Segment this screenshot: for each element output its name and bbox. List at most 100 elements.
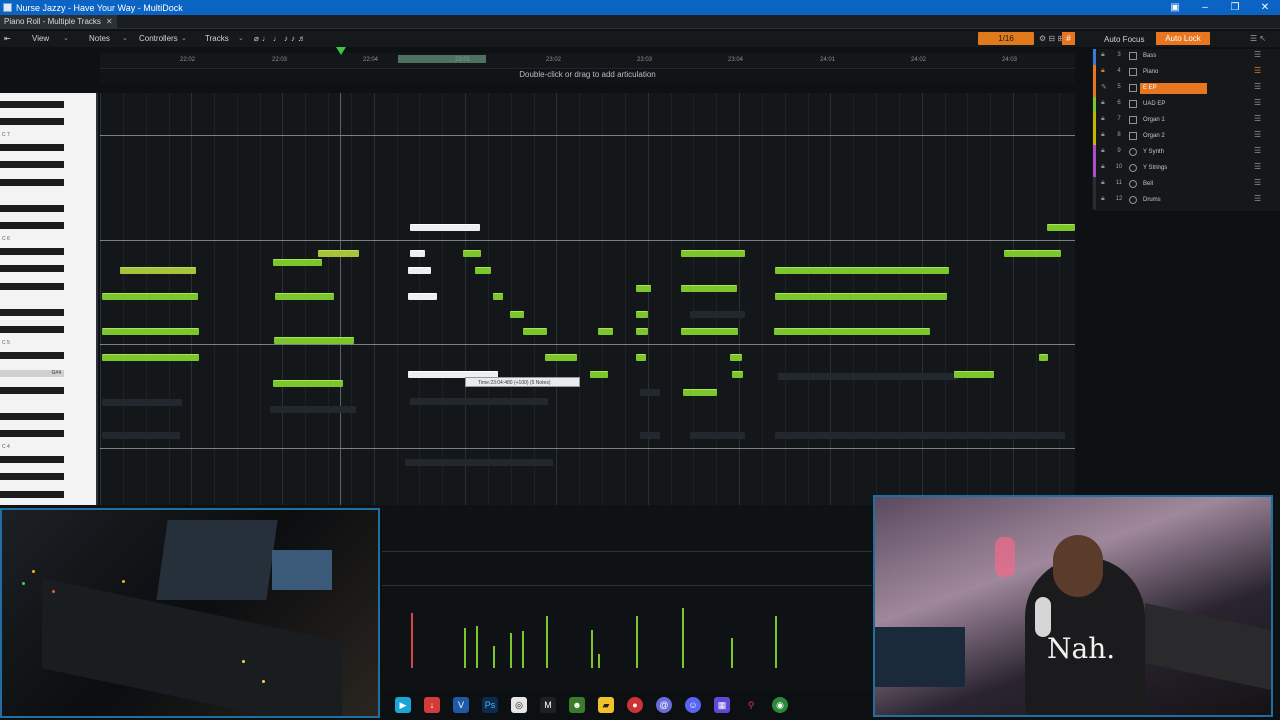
black-key[interactable] xyxy=(0,222,64,229)
velocity-bar[interactable] xyxy=(731,638,733,668)
track-menu-icon[interactable]: ☰ xyxy=(1254,162,1261,171)
black-key[interactable] xyxy=(0,118,64,125)
grid-toggle-icon[interactable]: # xyxy=(1062,32,1075,45)
velocity-bar[interactable] xyxy=(464,628,466,668)
track-row[interactable]: 🔒︎ 6 UAD EP ☰ xyxy=(1092,97,1280,113)
selected-note[interactable] xyxy=(408,293,437,300)
velocity-bar[interactable] xyxy=(598,654,600,668)
black-key[interactable] xyxy=(0,248,64,255)
pin-icon[interactable]: ⚲ xyxy=(743,697,759,713)
track-menu-icon[interactable]: ☰ xyxy=(1254,66,1261,75)
close-tab-icon[interactable]: ✕ xyxy=(106,17,113,26)
black-key[interactable] xyxy=(0,283,64,290)
midi-note[interactable] xyxy=(636,328,648,335)
selected-note[interactable] xyxy=(410,224,480,231)
menu-tracks[interactable]: Tracks xyxy=(205,34,229,43)
track-row[interactable]: 🔒︎ 7 Organ 1 ☰ xyxy=(1092,113,1280,129)
snap-settings-icon[interactable]: ⚙ ⊟ ⊞ xyxy=(1039,34,1064,43)
black-key[interactable] xyxy=(0,326,64,333)
menu-controllers[interactable]: Controllers xyxy=(139,34,178,43)
track-row[interactable]: 🔒︎ 8 Organ 2 ☰ xyxy=(1092,129,1280,145)
track-menu-icon[interactable]: ☰ xyxy=(1254,98,1261,107)
midi-note[interactable] xyxy=(545,354,577,361)
velocity-bar[interactable] xyxy=(493,646,495,668)
track-name[interactable]: UAD EP xyxy=(1140,99,1207,110)
midi-note[interactable] xyxy=(1004,250,1061,257)
midi-note[interactable] xyxy=(681,328,738,335)
character-icon[interactable]: ☻ xyxy=(569,697,585,713)
track-name[interactable]: Drums xyxy=(1140,195,1207,206)
midi-note[interactable] xyxy=(1047,224,1075,231)
chevron-down-icon[interactable]: ⌄ xyxy=(122,34,128,42)
articulation-hint[interactable]: Double-click or drag to add articulation xyxy=(100,70,1075,84)
piano-keyboard[interactable]: C 7 C 6 C 5 G#4 C 4 xyxy=(0,93,98,505)
black-key[interactable] xyxy=(0,179,64,186)
green-app-icon[interactable]: ◉ xyxy=(772,697,788,713)
midi-note[interactable] xyxy=(681,250,745,257)
black-key[interactable] xyxy=(0,205,64,212)
panel-menu-icon[interactable]: ☰ ↖ xyxy=(1250,34,1266,43)
black-key[interactable] xyxy=(0,265,64,272)
black-key[interactable] xyxy=(0,352,64,359)
midi-note[interactable] xyxy=(523,328,547,335)
velocity-bar[interactable] xyxy=(591,630,593,668)
lock-icon[interactable]: 🔒︎ xyxy=(1101,131,1105,139)
track-row[interactable]: 🔒︎ 12 Drums ☰ xyxy=(1092,193,1280,209)
lock-icon[interactable]: 🔒︎ xyxy=(1101,99,1105,107)
velocity-bar[interactable] xyxy=(682,608,684,668)
piano-roll-grid[interactable]: Time:23:04:480 (+100) (5 Notes) xyxy=(100,93,1075,505)
midi-note[interactable] xyxy=(590,371,608,378)
track-name[interactable]: E EP xyxy=(1140,83,1207,94)
lock-icon[interactable]: 🔒︎ xyxy=(1101,51,1105,59)
velocity-bar[interactable] xyxy=(411,613,413,668)
track-name[interactable]: Y Strings xyxy=(1140,163,1207,174)
midi-note[interactable] xyxy=(775,293,947,300)
hovered-key-g-sharp[interactable]: G#4 xyxy=(0,370,64,377)
midi-note[interactable] xyxy=(273,259,322,266)
midi-note[interactable] xyxy=(1039,354,1048,361)
track-menu-icon[interactable]: ☰ xyxy=(1254,146,1261,155)
menu-notes[interactable]: Notes xyxy=(89,34,110,43)
velocity-bar[interactable] xyxy=(775,616,777,668)
stream-app-icon[interactable]: ▶ xyxy=(395,697,411,713)
tab-piano-roll[interactable]: Piano Roll - Multiple Tracks ✕ xyxy=(0,15,117,29)
time-ruler[interactable]: 22:02 22:03 22:04 23:01 23:02 23:03 23:0… xyxy=(100,53,1075,69)
midi-note[interactable] xyxy=(273,380,343,387)
midi-note[interactable] xyxy=(102,354,199,361)
selected-note[interactable] xyxy=(408,267,431,274)
spiral-icon[interactable]: @ xyxy=(656,697,672,713)
photoshop-icon[interactable]: Ps xyxy=(482,697,498,713)
collapse-icon[interactable]: ⇤ xyxy=(4,34,11,43)
midi-note[interactable] xyxy=(510,311,524,318)
velocity-bar[interactable] xyxy=(546,616,548,668)
midi-note[interactable] xyxy=(636,311,648,318)
track-name[interactable]: Bell xyxy=(1140,179,1207,190)
loop-region[interactable] xyxy=(398,55,486,63)
midi-note[interactable] xyxy=(954,371,994,378)
grid-app-icon[interactable]: ▦ xyxy=(714,697,730,713)
track-name[interactable]: Y Synth xyxy=(1140,147,1207,158)
black-key[interactable] xyxy=(0,456,64,463)
lock-icon[interactable]: 🔒︎ xyxy=(1101,67,1105,75)
midi-note[interactable] xyxy=(774,328,930,335)
midi-note[interactable] xyxy=(463,250,481,257)
black-key[interactable] xyxy=(0,309,64,316)
controller-pane[interactable] xyxy=(382,505,872,690)
selected-note[interactable] xyxy=(410,250,425,257)
midi-note[interactable] xyxy=(636,285,651,292)
black-key[interactable] xyxy=(0,430,64,437)
folder-icon[interactable]: ▰ xyxy=(598,697,614,713)
midi-note[interactable] xyxy=(102,328,199,335)
track-name[interactable]: Bass xyxy=(1140,51,1207,62)
midi-note[interactable] xyxy=(274,337,354,344)
lock-icon[interactable]: 🔒︎ xyxy=(1101,179,1105,187)
close-button[interactable]: ✕ xyxy=(1250,2,1280,13)
track-row[interactable]: 🔒︎ 11 Bell ☰ xyxy=(1092,177,1280,193)
discord-icon[interactable]: ☺ xyxy=(685,697,701,713)
track-name[interactable]: Organ 1 xyxy=(1140,115,1207,126)
chrome-icon[interactable]: ● xyxy=(627,697,643,713)
velocity-bar[interactable] xyxy=(522,631,524,668)
black-key[interactable] xyxy=(0,144,64,151)
midi-note[interactable] xyxy=(102,293,198,300)
auto-focus-button[interactable]: Auto Focus xyxy=(1104,35,1144,44)
